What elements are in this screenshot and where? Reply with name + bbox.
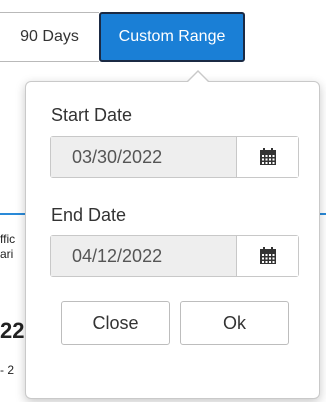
end-date-calendar-button[interactable] xyxy=(236,236,298,276)
background-text-fragment: - 2 xyxy=(0,363,15,377)
close-button[interactable]: Close xyxy=(61,301,170,345)
custom-range-button[interactable]: Custom Range xyxy=(99,12,245,62)
end-date-input[interactable] xyxy=(51,236,236,276)
close-button-label: Close xyxy=(92,312,139,333)
start-date-input[interactable] xyxy=(51,137,236,177)
date-range-bar: 90 Days Custom Range xyxy=(0,0,326,68)
calendar-icon xyxy=(259,247,276,264)
background-text-fragment: ffic xyxy=(0,232,16,246)
ok-button[interactable]: Ok xyxy=(180,301,289,345)
start-date-group xyxy=(50,136,299,178)
start-date-label: Start Date xyxy=(51,105,133,125)
start-date-calendar-button[interactable] xyxy=(236,137,298,177)
range-90-days-label: 90 Days xyxy=(20,28,79,45)
calendar-icon xyxy=(259,148,276,165)
background-text-fragment: ari xyxy=(0,247,14,261)
end-date-group xyxy=(50,235,299,277)
end-date-label: End Date xyxy=(51,205,127,225)
ok-button-label: Ok xyxy=(222,312,246,333)
range-90-days-button[interactable]: 90 Days xyxy=(0,12,99,62)
custom-range-label: Custom Range xyxy=(118,28,226,45)
popover-arrow-fill xyxy=(187,72,209,83)
background-value-fragment: 22 xyxy=(0,318,24,343)
date-range-popover: Start Date End Date xyxy=(25,70,320,399)
